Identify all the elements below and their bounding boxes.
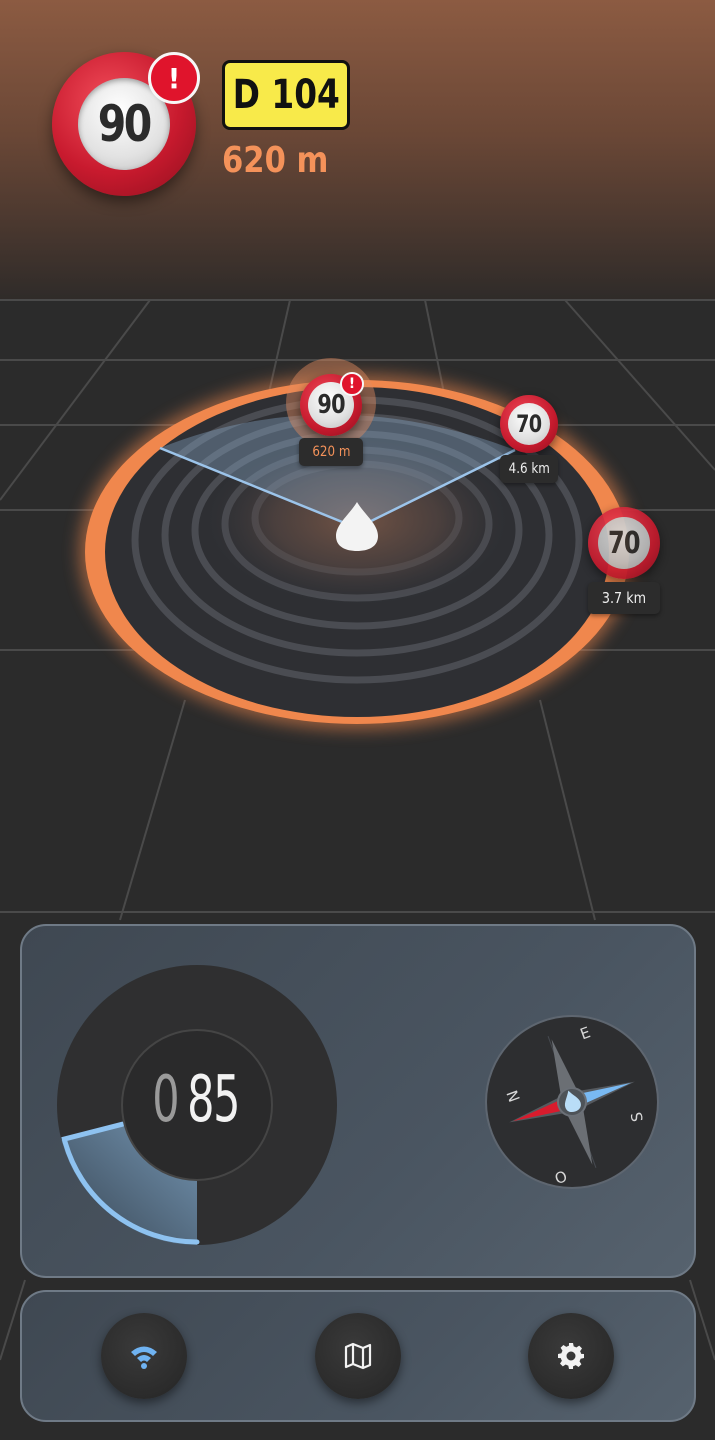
marker-speed-limit: 90 xyxy=(317,390,345,420)
alert-distance: 620 m xyxy=(222,140,329,181)
speed-value: 85 xyxy=(186,1063,240,1137)
warning-icon: ! xyxy=(148,52,200,104)
map-icon xyxy=(344,1342,372,1370)
current-speed-limit-sign[interactable]: 90 ! xyxy=(52,52,200,196)
marker-distance-label: 4.6 km xyxy=(500,455,558,483)
map-button[interactable] xyxy=(315,1313,401,1399)
warning-icon: ! xyxy=(340,372,364,396)
wifi-icon xyxy=(131,1346,157,1369)
settings-button[interactable] xyxy=(528,1313,614,1399)
radar-signal-button[interactable] xyxy=(101,1313,187,1399)
radar-marker-90[interactable]: 90 ! xyxy=(300,372,364,436)
marker-speed-limit: 70 xyxy=(516,410,542,438)
speed-readout: 0 85 xyxy=(122,1025,272,1175)
road-name: D 104 xyxy=(232,72,340,118)
road-name-badge: D 104 xyxy=(222,60,350,130)
speed-limit-value: 90 xyxy=(97,95,153,153)
radar-marker-70-near[interactable]: 70 xyxy=(588,507,660,579)
compass: N E S O xyxy=(485,1015,659,1189)
marker-distance-label: 3.7 km xyxy=(588,582,660,614)
marker-distance-label: 620 m xyxy=(299,438,363,466)
radar-marker-70-far[interactable]: 70 xyxy=(500,395,558,453)
marker-speed-limit: 70 xyxy=(608,525,641,561)
speed-leading-digit: 0 xyxy=(152,1063,179,1137)
gear-icon xyxy=(558,1343,584,1369)
